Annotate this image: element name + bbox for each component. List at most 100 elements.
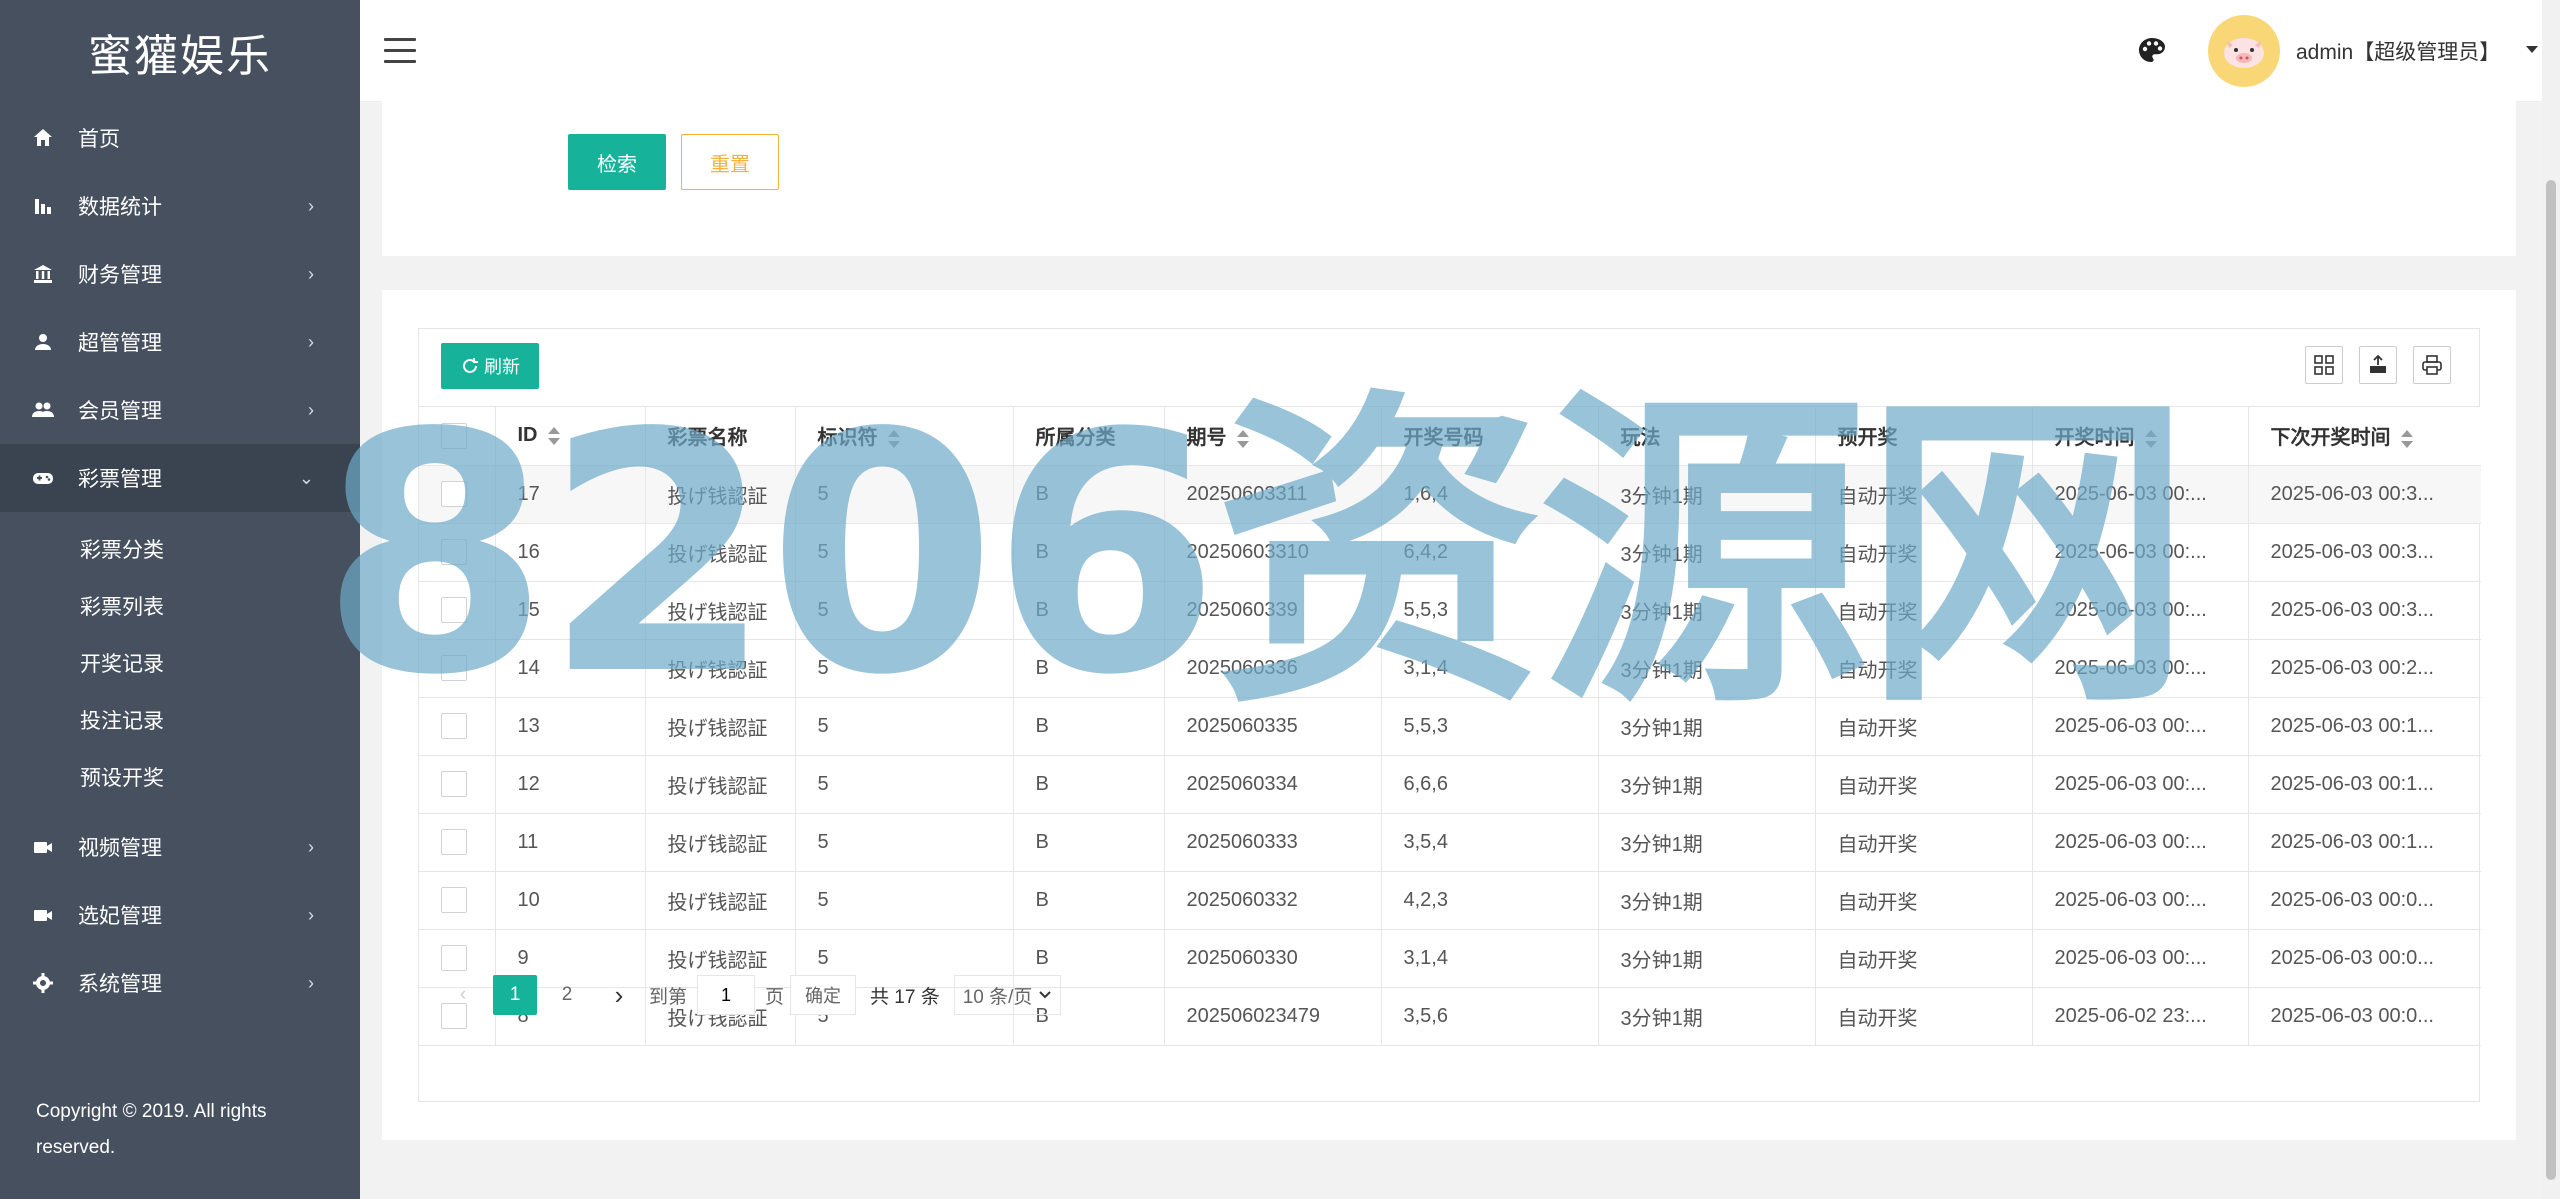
page-2-button[interactable]: 2 (545, 975, 589, 1015)
table-cell: 投げ钱認証 (645, 639, 796, 698)
table-cell: 2025-06-03 00:1... (2248, 697, 2481, 756)
search-button[interactable]: 检索 (568, 134, 666, 190)
table-row[interactable]: 13 投げ钱認証 5 B 2025060335 5,5,3 3分钟1期 自动开奖 2025-06… (419, 697, 2481, 756)
sidebar-subitem[interactable]: 彩票列表 (0, 577, 360, 634)
table-row[interactable]: 17 投げ钱認証 5 B 20250603311 1,6,4 3分钟1期 自动开奖 2025-0… (419, 465, 2481, 524)
sidebar-item[interactable]: 超管管理 › (0, 308, 360, 376)
table-cell: 12 (495, 755, 646, 814)
user-name[interactable]: admin【超级管理员】 (2296, 36, 2500, 66)
column-header: 所属分类 (1013, 407, 1165, 466)
row-select-cell (419, 813, 496, 872)
top-bar: admin【超级管理员】 (360, 0, 2560, 102)
sidebar-item[interactable]: 财务管理 › (0, 240, 360, 308)
refresh-label: 刷新 (484, 357, 520, 377)
table-cell: 4,2,3 (1381, 871, 1599, 930)
refresh-button[interactable]: 刷新 (441, 343, 539, 389)
table-cell: 自动开奖 (1815, 871, 2033, 930)
gamepad-icon (30, 465, 56, 491)
table-cell: 自动开奖 (1815, 523, 2033, 582)
select-all-checkbox[interactable] (441, 422, 467, 449)
export-icon[interactable] (2359, 346, 2397, 384)
scrollbar-thumb[interactable] (2546, 180, 2556, 1180)
page-1-button[interactable]: 1 (493, 975, 537, 1015)
sidebar-item[interactable]: 选妃管理 › (0, 881, 360, 949)
sort-icon[interactable] (2144, 429, 2157, 448)
table-row[interactable]: 15 投げ钱認証 5 B 2025060339 5,5,3 3分钟1期 自动开奖 2025-06… (419, 581, 2481, 640)
row-checkbox[interactable] (441, 829, 467, 855)
sort-icon[interactable] (887, 429, 900, 448)
sort-icon[interactable] (547, 426, 560, 445)
table-row[interactable]: 14 投げ钱認証 5 B 2025060336 3,1,4 3分钟1期 自动开奖 2025-06… (419, 639, 2481, 698)
menu-toggle-icon[interactable] (384, 38, 416, 64)
sidebar-item-label: 彩票管理 (78, 468, 162, 491)
sidebar-nav: 首页数据统计 › 财务管理 › 超管管理 › 会员管理 › 彩票管理 ⌄ (0, 104, 360, 512)
row-checkbox[interactable] (441, 713, 467, 739)
goto-page-input[interactable] (697, 975, 756, 1015)
sidebar-item[interactable]: 首页 (0, 104, 360, 172)
sidebar-subnav-lottery: 彩票分类 彩票列表 开奖记录 投注记录 预设开奖 (0, 512, 360, 813)
column-header: 玩法 (1598, 407, 1816, 466)
table-cell: 202506023479 (1164, 987, 1382, 1046)
table-cell: 3分钟1期 (1598, 465, 1816, 524)
print-icon[interactable] (2413, 346, 2451, 384)
column-header[interactable]: 标识符 (795, 407, 1014, 466)
table-row[interactable]: 11 投げ钱認証 5 B 2025060333 3,5,4 3分钟1期 自动开奖 2025-06… (419, 813, 2481, 872)
table-cell: 3,1,4 (1381, 929, 1599, 988)
table-cell: 自动开奖 (1815, 813, 2033, 872)
row-checkbox[interactable] (441, 887, 467, 913)
table-cell: 5,5,3 (1381, 581, 1599, 640)
sidebar-subitem[interactable]: 预设开奖 (0, 748, 360, 805)
column-header[interactable]: 期号 (1164, 407, 1382, 466)
goto-confirm-button[interactable]: 确定 (790, 975, 857, 1015)
page-scrollbar[interactable] (2542, 0, 2560, 1199)
table-cell: 2025060333 (1164, 813, 1382, 872)
table-cell: 2025-06-03 00:... (2032, 813, 2249, 872)
sidebar-item[interactable]: 系统管理 › (0, 949, 360, 1017)
column-header[interactable]: ID (495, 407, 646, 466)
columns-filter-icon[interactable] (2305, 346, 2343, 384)
row-checkbox[interactable] (441, 655, 467, 681)
row-checkbox[interactable] (441, 771, 467, 797)
sidebar-subitem[interactable]: 投注记录 (0, 691, 360, 748)
table-row[interactable]: 10 投げ钱認証 5 B 2025060332 4,2,3 3分钟1期 自动开奖 2025-06… (419, 871, 2481, 930)
chevron-icon: › (308, 263, 314, 284)
table-row[interactable]: 16 投げ钱認証 5 B 20250603310 6,4,2 3分钟1期 自动开奖 2025-0… (419, 523, 2481, 582)
table-cell: 2025-06-03 00:... (2032, 871, 2249, 930)
table-cell: 投げ钱認証 (645, 697, 796, 756)
column-header: 彩票名称 (645, 407, 796, 466)
reset-button[interactable]: 重置 (681, 134, 779, 190)
page-size-select[interactable]: 10 条/页 (953, 975, 1062, 1015)
sidebar-item[interactable]: 视频管理 › (0, 813, 360, 881)
table-cell: 3分钟1期 (1598, 697, 1816, 756)
column-header[interactable]: 开奖时间 (2032, 407, 2249, 466)
sidebar-item[interactable]: 会员管理 › (0, 376, 360, 444)
sort-icon[interactable] (1236, 429, 1249, 448)
table-cell: 2025060332 (1164, 871, 1382, 930)
row-checkbox[interactable] (441, 481, 467, 507)
table-row[interactable]: 12 投げ钱認証 5 B 2025060334 6,6,6 3分钟1期 自动开奖 2025-06… (419, 755, 2481, 814)
table-cell: 2025-06-03 00:3... (2248, 581, 2481, 640)
sidebar-item[interactable]: 数据统计 › (0, 172, 360, 240)
sidebar-item[interactable]: 彩票管理 ⌄ (0, 444, 360, 512)
sidebar-item-label: 系统管理 (78, 973, 162, 996)
table-cell: 3分钟1期 (1598, 929, 1816, 988)
sidebar-subitem[interactable]: 开奖记录 (0, 634, 360, 691)
column-header[interactable]: 下次开奖时间 (2248, 407, 2481, 466)
row-select-cell (419, 639, 496, 698)
row-checkbox[interactable] (441, 539, 467, 565)
user-dropdown-caret-icon[interactable] (2526, 46, 2538, 53)
sidebar-item-label: 首页 (78, 128, 120, 151)
copyright-text: Copyright © 2019. All rights reserved. (36, 1101, 267, 1158)
sidebar-subitem[interactable]: 彩票分类 (0, 520, 360, 577)
row-select-cell (419, 871, 496, 930)
table-cell: 投げ钱認証 (645, 755, 796, 814)
prev-page-icon[interactable]: ‹ (441, 975, 485, 1015)
theme-palette-icon[interactable] (2136, 35, 2168, 67)
sort-icon[interactable] (2400, 429, 2413, 448)
video-icon (30, 834, 56, 860)
row-checkbox[interactable] (441, 597, 467, 623)
user-avatar[interactable] (2208, 15, 2280, 87)
next-page-icon[interactable]: › (597, 975, 641, 1015)
table-cell: 投げ钱認証 (645, 523, 796, 582)
column-header-label: 下次开奖时间 (2270, 427, 2391, 450)
